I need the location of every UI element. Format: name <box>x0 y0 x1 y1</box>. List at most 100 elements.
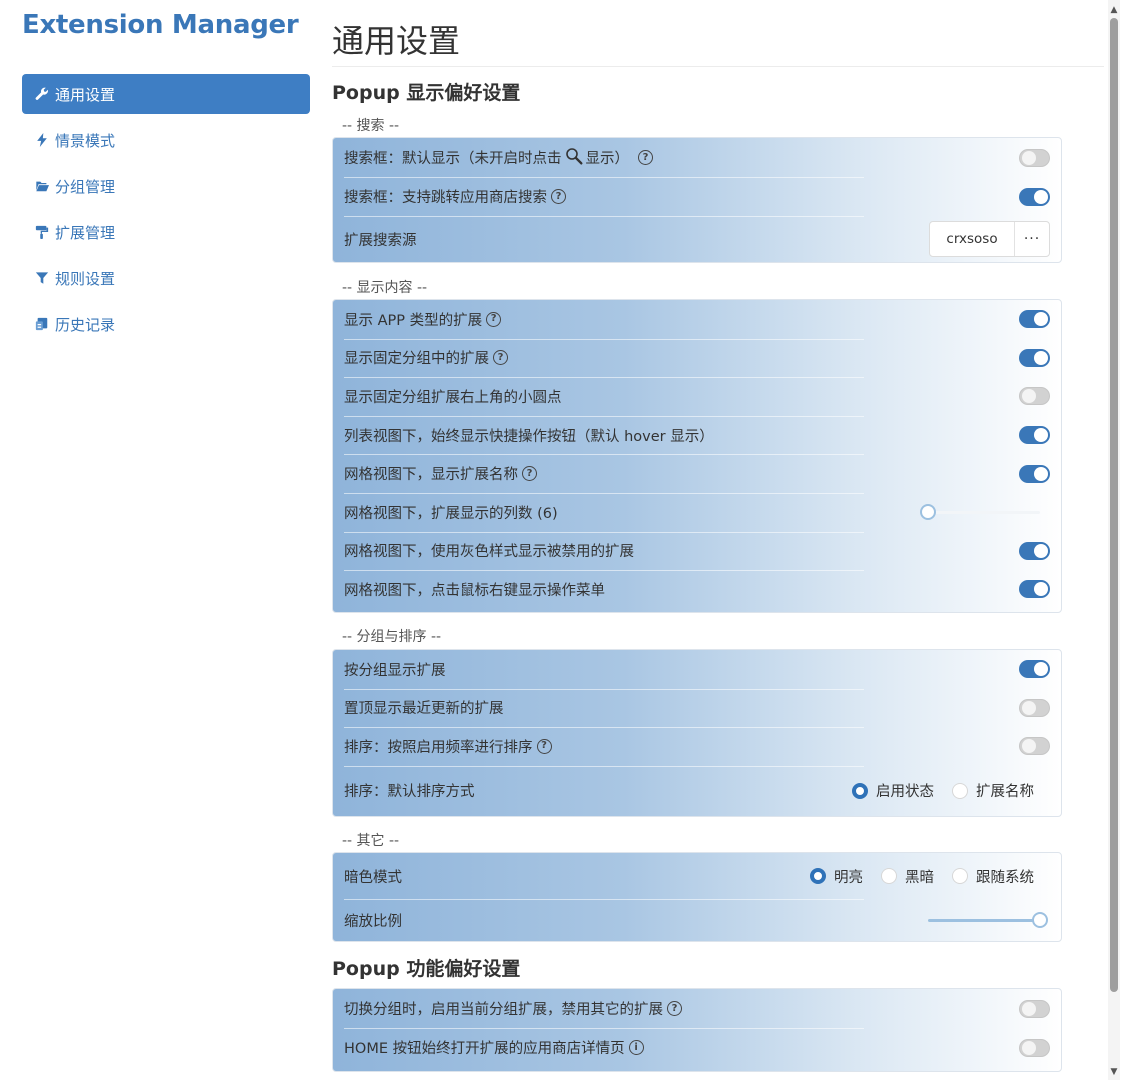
radio-circle[interactable] <box>952 868 968 884</box>
search-source-select: crxsoso ··· <box>929 221 1050 257</box>
setting-label: 排序：默认排序方式 <box>344 784 475 800</box>
dark-mode-radio-group: 明亮 黑暗 跟随系统 <box>792 866 1034 887</box>
sidebar-item-groups[interactable]: 分组管理 <box>22 166 310 206</box>
help-icon[interactable]: ? <box>638 150 653 165</box>
setting-label: 列表视图下，始终显示快捷操作按钮（默认 hover 显示） <box>344 428 714 445</box>
radio-label: 黑暗 <box>905 869 934 886</box>
vertical-scrollbar[interactable]: ▲ ▼ <box>1108 0 1120 1080</box>
setting-label: 搜索框：默认显示（未开启时点击 <box>344 151 562 167</box>
group-label-group-sort: -- 分组与排序 -- <box>342 629 442 645</box>
toggle-content-3[interactable] <box>1019 426 1050 445</box>
radio-label: 跟随系统 <box>976 869 1034 886</box>
app-title: Extension Manager <box>22 10 299 40</box>
slider-track <box>928 511 1040 515</box>
setting-label: 搜索框：支持跳转应用商店搜索 <box>344 190 547 206</box>
setting-label: 排序：按照启用频率进行排序 <box>344 739 533 756</box>
help-icon[interactable]: ? <box>486 311 502 327</box>
setting-row-grid-columns: 网格视图下，扩展显示的列数 (6) <box>333 492 1061 532</box>
radio-circle[interactable] <box>881 868 897 884</box>
sidebar-item-rules[interactable]: 规则设置 <box>22 258 310 298</box>
scrollbar-thumb[interactable] <box>1110 18 1118 992</box>
group-label-content: -- 显示内容 -- <box>342 280 428 296</box>
group-label-other: -- 其它 -- <box>342 833 400 849</box>
sidebar-item-history[interactable]: 历史记录 <box>22 304 310 344</box>
sidebar-item-label: 情景模式 <box>55 131 116 150</box>
radio-option[interactable]: 明亮 <box>810 866 863 887</box>
toggle-content-0[interactable] <box>1019 310 1050 329</box>
funnel-icon <box>34 270 50 286</box>
settings-card-function: 切换分组时，启用当前分组扩展，禁用其它的扩展? HOME 按钮始终打开扩展的应用商… <box>332 988 1062 1072</box>
grid-columns-slider[interactable] <box>920 504 1040 521</box>
help-icon[interactable]: ? <box>667 1001 682 1016</box>
toggle-content-b0[interactable] <box>1019 541 1050 560</box>
setting-row-content-4: 网格视图下，显示扩展名称? <box>333 454 1061 493</box>
radio-option[interactable]: 扩展名称 <box>952 780 1034 801</box>
radio-option[interactable]: 黑暗 <box>881 866 934 887</box>
search-icon <box>565 147 583 169</box>
slider-thumb[interactable] <box>1032 912 1048 928</box>
setting-label: 网格视图下，使用灰色样式显示被禁用的扩展 <box>344 544 634 561</box>
more-options-button[interactable]: ··· <box>1015 222 1049 256</box>
setting-label: 缩放比例 <box>344 913 402 930</box>
radio-label: 扩展名称 <box>976 784 1034 800</box>
sidebar-item-label: 规则设置 <box>55 269 116 288</box>
setting-label: 网格视图下，扩展显示的列数 (6) <box>344 505 558 522</box>
radio-option[interactable]: 启用状态 <box>852 780 934 801</box>
info-icon[interactable]: i <box>628 1040 644 1055</box>
toggle-content-4[interactable] <box>1019 464 1050 483</box>
sidebar-item-extensions[interactable]: 扩展管理 <box>22 212 310 252</box>
help-icon[interactable]: ? <box>536 738 552 754</box>
toggle-content-b1[interactable] <box>1019 580 1050 599</box>
settings-card-group-sort: 按分组显示扩展 置顶显示最近更新的扩展 排序：按照启用频率进行排序? 排序：默认排序方… <box>332 649 1062 817</box>
radio-circle[interactable] <box>952 782 968 799</box>
setting-row-sort-0: 按分组显示扩展 <box>333 650 1061 689</box>
help-icon[interactable]: ? <box>493 350 508 366</box>
toggle-sort-1[interactable] <box>1019 698 1050 717</box>
setting-row-content-b1: 网格视图下，点击鼠标右键显示操作菜单 <box>333 570 1061 609</box>
sidebar-item-label: 通用设置 <box>55 85 116 104</box>
setting-label: 显示固定分组中的扩展 <box>344 351 489 368</box>
history-icon <box>34 316 50 332</box>
search-source-value[interactable]: crxsoso <box>930 222 1015 256</box>
setting-row-default-sort: 排序：默认排序方式 启用状态 扩展名称 <box>333 765 1061 816</box>
setting-label: 网格视图下，显示扩展名称 <box>344 467 518 484</box>
toggle-sort-0[interactable] <box>1019 660 1050 679</box>
toggle-function-0[interactable] <box>1019 999 1050 1018</box>
sidebar-item-label: 历史记录 <box>55 315 116 334</box>
toggle-content-1[interactable] <box>1019 348 1050 367</box>
radio-circle[interactable] <box>852 782 868 799</box>
scroll-up-arrow-icon[interactable]: ▲ <box>1108 4 1120 16</box>
radio-circle[interactable] <box>810 868 826 884</box>
setting-row-content-0: 显示 APP 类型的扩展? <box>333 300 1061 339</box>
sidebar-item-label: 扩展管理 <box>55 223 116 242</box>
toggle-sort-2[interactable] <box>1019 737 1050 756</box>
slider-thumb[interactable] <box>920 504 936 521</box>
setting-row-search-source: 扩展搜索源 crxsoso ··· <box>333 216 1061 262</box>
help-icon[interactable]: ? <box>522 466 537 482</box>
radio-option[interactable]: 跟随系统 <box>952 866 1034 887</box>
setting-row-sort-2: 排序：按照启用频率进行排序? <box>333 727 1061 766</box>
setting-row-function-1: HOME 按钮始终打开扩展的应用商店详情页 i <box>333 1028 1061 1067</box>
toggle-content-2[interactable] <box>1019 387 1050 406</box>
setting-label: 显示 APP 类型的扩展 <box>344 312 483 329</box>
setting-label: HOME 按钮始终打开扩展的应用商店详情页 <box>344 1041 625 1057</box>
bolt-icon <box>34 132 50 148</box>
section-heading-popup-function: Popup 功能偏好设置 <box>332 958 521 980</box>
toggle-function-1[interactable] <box>1019 1038 1050 1057</box>
setting-row-content-3: 列表视图下，始终显示快捷操作按钮（默认 hover 显示） <box>333 415 1061 455</box>
sidebar-item-general[interactable]: 通用设置 <box>22 74 310 114</box>
zoom-slider[interactable] <box>928 912 1048 928</box>
setting-label-suffix: 显示） <box>585 151 630 167</box>
scroll-down-arrow-icon[interactable]: ▼ <box>1108 1066 1120 1078</box>
setting-row-function-0: 切换分组时，启用当前分组扩展，禁用其它的扩展? <box>333 989 1061 1028</box>
page-title: 通用设置 <box>332 22 461 60</box>
setting-label: 切换分组时，启用当前分组扩展，禁用其它的扩展 <box>344 1002 663 1018</box>
setting-label: 网格视图下，点击鼠标右键显示操作菜单 <box>344 582 605 599</box>
toggle-search-default[interactable] <box>1019 148 1050 167</box>
folder-open-icon <box>34 178 50 194</box>
help-icon[interactable]: ? <box>551 189 566 204</box>
sidebar-item-scenes[interactable]: 情景模式 <box>22 120 310 160</box>
toggle-store-search[interactable] <box>1019 187 1050 206</box>
setting-row-content-b0: 网格视图下，使用灰色样式显示被禁用的扩展 <box>333 531 1061 571</box>
setting-row-dark-mode: 暗色模式 明亮 黑暗 跟随系统 <box>333 853 1061 899</box>
